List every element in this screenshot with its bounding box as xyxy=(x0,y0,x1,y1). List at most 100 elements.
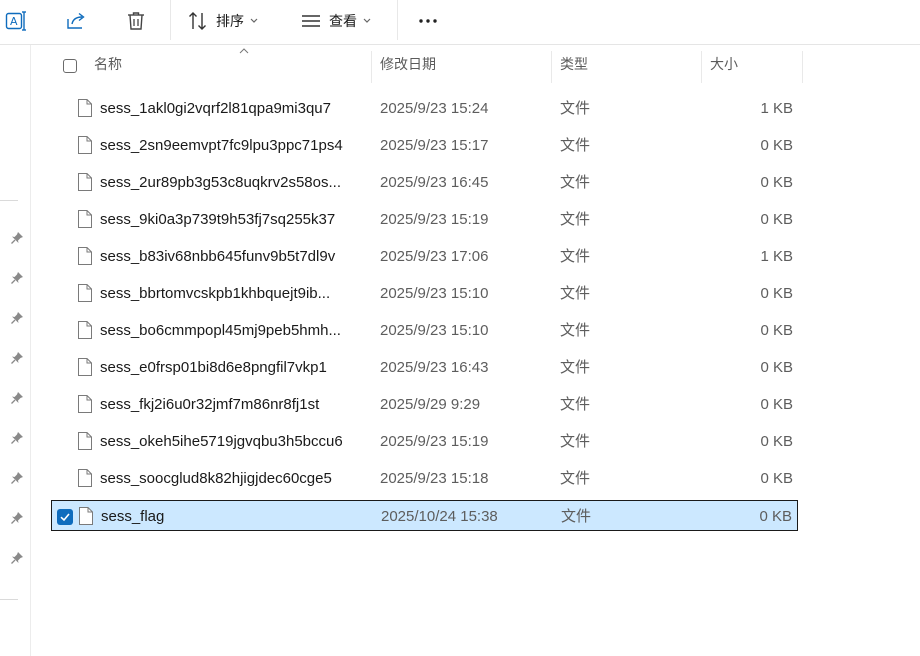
file-icon xyxy=(78,247,92,265)
file-name: sess_flag xyxy=(101,508,165,525)
file-icon xyxy=(78,136,92,154)
file-icon xyxy=(78,358,92,376)
file-row[interactable]: sess_soocglud8k82hjigjdec60cge5 2025/9/23… xyxy=(51,463,798,494)
column-header-type[interactable]: 类型 xyxy=(560,45,700,83)
share-icon xyxy=(67,12,85,29)
file-modified: 2025/9/23 15:17 xyxy=(380,137,489,154)
file-type: 文件 xyxy=(560,100,591,117)
file-row[interactable]: sess_2sn9eemvpt7fc9lpu3ppc71ps4 2025/9/23… xyxy=(51,130,798,161)
file-row[interactable]: sess_fkj2i6u0r32jmf7m86nr8fj1st 2025/9/29… xyxy=(51,389,798,420)
chevron-down-icon xyxy=(363,18,371,23)
chevron-down-icon xyxy=(250,18,258,23)
file-size: 0 KB xyxy=(760,322,793,339)
file-modified: 2025/9/23 15:10 xyxy=(380,322,489,339)
file-size: 1 KB xyxy=(760,248,793,265)
pin-icon[interactable] xyxy=(9,230,25,246)
view-label: 查看 xyxy=(329,13,357,29)
file-type: 文件 xyxy=(560,174,591,191)
pin-icon[interactable] xyxy=(9,390,25,406)
more-options-button[interactable] xyxy=(416,6,440,36)
file-name: sess_2sn9eemvpt7fc9lpu3ppc71ps4 xyxy=(100,137,343,154)
column-name-label: 名称 xyxy=(94,56,122,72)
pin-icon[interactable] xyxy=(9,430,25,446)
file-row[interactable]: sess_1akl0gi2vqrf2l81qpa9mi3qu7 2025/9/23… xyxy=(51,93,798,124)
column-header-name[interactable]: 名称 xyxy=(94,45,364,83)
file-size: 0 KB xyxy=(760,433,793,450)
view-list-icon xyxy=(302,15,320,27)
file-modified: 2025/9/23 15:19 xyxy=(380,433,489,450)
file-modified: 2025/9/23 15:19 xyxy=(380,211,489,228)
file-type: 文件 xyxy=(560,137,591,154)
file-icon xyxy=(78,469,92,487)
file-icon xyxy=(78,321,92,339)
file-name: sess_1akl0gi2vqrf2l81qpa9mi3qu7 xyxy=(100,100,331,117)
file-row[interactable]: sess_b83iv68nbb645funv9b5t7dl9v 2025/9/23… xyxy=(51,241,798,272)
file-name: sess_b83iv68nbb645funv9b5t7dl9v xyxy=(100,248,336,265)
file-modified: 2025/9/23 15:10 xyxy=(380,285,489,302)
file-modified: 2025/9/23 16:45 xyxy=(380,174,489,191)
select-all-checkbox[interactable] xyxy=(63,59,77,73)
file-size: 0 KB xyxy=(760,285,793,302)
column-divider[interactable] xyxy=(701,51,702,83)
file-modified: 2025/9/23 17:06 xyxy=(380,248,489,265)
column-header-size[interactable]: 大小 xyxy=(710,45,800,83)
file-name: sess_e0frsp01bi8d6e8pngfil7vkp1 xyxy=(100,359,327,376)
rename-icon: A xyxy=(5,11,26,31)
file-name: sess_bo6cmmpopl45mj9peb5hmh... xyxy=(100,322,341,339)
file-row[interactable]: sess_bbrtomvcskpb1khbquejt9ib... 2025/9/2… xyxy=(51,278,798,309)
file-size: 0 KB xyxy=(760,174,793,191)
file-name: sess_okeh5ihe5719jgvqbu3h5bccu6 xyxy=(100,433,343,450)
nav-divider xyxy=(0,599,18,600)
file-type: 文件 xyxy=(560,433,591,450)
column-divider[interactable] xyxy=(802,51,803,83)
file-icon xyxy=(78,173,92,191)
file-row[interactable]: sess_bo6cmmpopl45mj9peb5hmh... 2025/9/23 … xyxy=(51,315,798,346)
file-type: 文件 xyxy=(560,285,591,302)
nav-divider xyxy=(0,200,18,201)
column-type-label: 类型 xyxy=(560,56,588,72)
file-size: 0 KB xyxy=(760,396,793,413)
file-size: 0 KB xyxy=(759,508,792,525)
file-icon xyxy=(78,210,92,228)
file-row[interactable]: sess_2ur89pb3g53c8uqkrv2s58os... 2025/9/2… xyxy=(51,167,798,198)
file-row[interactable]: sess_e0frsp01bi8d6e8pngfil7vkp1 2025/9/23… xyxy=(51,352,798,383)
file-row[interactable]: sess_flag 2025/10/24 15:38 文件 0 KB xyxy=(51,500,798,531)
toolbar-separator xyxy=(397,0,398,40)
pin-icon[interactable] xyxy=(9,310,25,326)
share-button[interactable] xyxy=(64,6,88,36)
file-type: 文件 xyxy=(560,322,591,339)
sort-icon xyxy=(189,12,206,30)
column-size-label: 大小 xyxy=(710,56,738,72)
pin-icon[interactable] xyxy=(9,510,25,526)
sort-label: 排序 xyxy=(216,13,244,29)
file-modified: 2025/9/23 15:24 xyxy=(380,100,489,117)
navigation-pane xyxy=(0,45,31,656)
pin-icon[interactable] xyxy=(9,550,25,566)
sort-button[interactable]: 排序 xyxy=(187,6,258,36)
file-size: 0 KB xyxy=(760,470,793,487)
file-row[interactable]: sess_9ki0a3p739t9h53fj7sq255k37 2025/9/23… xyxy=(51,204,798,235)
file-name: sess_fkj2i6u0r32jmf7m86nr8fj1st xyxy=(100,396,320,413)
column-header-modified[interactable]: 修改日期 xyxy=(380,45,550,83)
delete-button[interactable] xyxy=(124,6,148,36)
pin-icon[interactable] xyxy=(9,470,25,486)
column-header: 名称 修改日期 类型 大小 xyxy=(31,45,920,89)
file-modified: 2025/9/23 15:18 xyxy=(380,470,489,487)
pin-icon[interactable] xyxy=(9,350,25,366)
view-button[interactable]: 查看 xyxy=(300,6,371,36)
pin-icon[interactable] xyxy=(9,270,25,286)
file-icon xyxy=(78,284,92,302)
file-modified: 2025/9/23 16:43 xyxy=(380,359,489,376)
rename-button[interactable]: A xyxy=(4,6,28,36)
file-size: 1 KB xyxy=(760,100,793,117)
trash-icon xyxy=(128,12,144,30)
file-modified: 2025/9/29 9:29 xyxy=(380,396,481,413)
file-row[interactable]: sess_okeh5ihe5719jgvqbu3h5bccu6 2025/9/23… xyxy=(51,426,798,457)
file-icon xyxy=(78,432,92,450)
file-icon xyxy=(78,99,92,117)
column-divider[interactable] xyxy=(371,51,372,83)
row-checkbox-checked[interactable] xyxy=(57,509,73,525)
file-name: sess_9ki0a3p739t9h53fj7sq255k37 xyxy=(100,211,336,228)
file-icon xyxy=(78,395,92,413)
column-divider[interactable] xyxy=(551,51,552,83)
